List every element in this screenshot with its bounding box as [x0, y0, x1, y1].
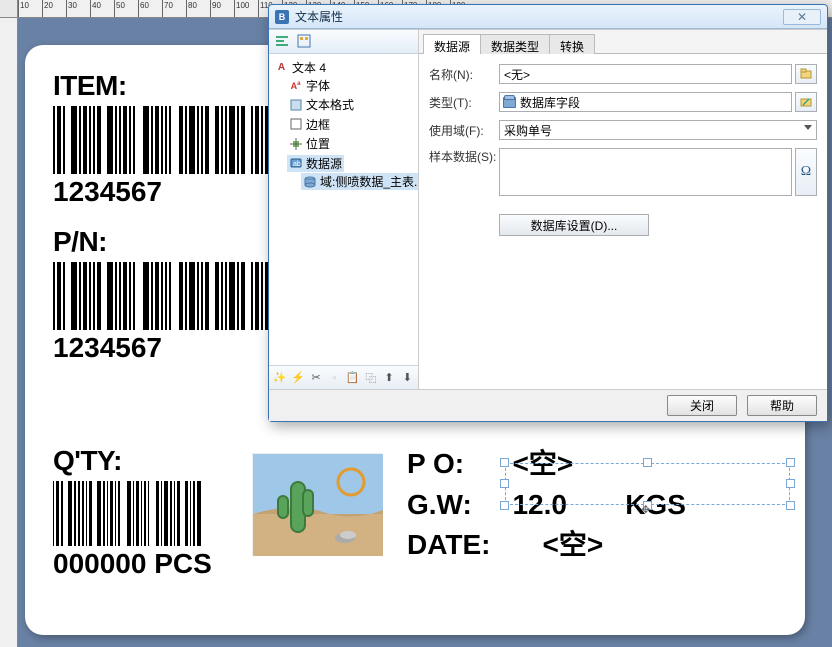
- qty-value: 000000 PCS: [53, 548, 213, 580]
- form-pane: 数据源数据类型转换 名称(N): 类型(T):: [419, 30, 827, 389]
- field-select[interactable]: 采购单号: [499, 120, 817, 140]
- text-icon: A: [275, 61, 288, 74]
- datasource-icon: ab: [289, 157, 302, 170]
- dialog-titlebar[interactable]: B 文本属性 ✕: [269, 5, 827, 29]
- app-icon: B: [275, 10, 289, 24]
- up-icon[interactable]: ⬆: [382, 370, 397, 386]
- chevron-down-icon: [804, 125, 812, 130]
- tree-node-format[interactable]: 文本格式: [287, 96, 356, 113]
- name-input[interactable]: [499, 64, 792, 84]
- name-label: 名称(N):: [429, 66, 499, 83]
- tree-node-border[interactable]: 边框: [287, 116, 332, 133]
- type-label: 类型(T):: [429, 94, 499, 111]
- selection-handles[interactable]: ✥: [505, 463, 790, 505]
- type-field[interactable]: 数据库字段: [499, 92, 792, 112]
- property-tree[interactable]: A 文本 4 Aa字体文本格式边框位置 ab数据源域:侧喷数据_主表.采购单: [269, 54, 418, 365]
- move-handle-icon[interactable]: ✥: [642, 501, 650, 517]
- tree-pane: A 文本 4 Aa字体文本格式边框位置 ab数据源域:侧喷数据_主表.采购单 ✨ …: [269, 30, 419, 389]
- sample-label: 样本数据(S):: [429, 148, 499, 165]
- cut-icon[interactable]: ✂: [309, 370, 324, 386]
- qty-label: Q'TY:: [53, 445, 213, 477]
- db-settings-button[interactable]: 数据库设置(D)...: [499, 214, 649, 236]
- dialog-close-button[interactable]: ✕: [783, 9, 821, 25]
- border-icon: [289, 118, 302, 131]
- format-icon: [289, 98, 302, 111]
- blank-icon[interactable]: ▫: [327, 370, 342, 386]
- dialog-title: 文本属性: [295, 8, 783, 25]
- tab-0[interactable]: 数据源: [423, 34, 481, 54]
- field-icon: [303, 175, 316, 188]
- flash-icon[interactable]: ⚡: [290, 370, 305, 386]
- svg-text:ab: ab: [293, 161, 301, 168]
- tree-node-datasource[interactable]: ab数据源: [287, 155, 344, 172]
- field-label: 使用域(F):: [429, 122, 499, 139]
- placeholder-image[interactable]: [252, 453, 382, 555]
- copy-icon[interactable]: ⿻: [363, 370, 378, 386]
- date-label: DATE:: [407, 526, 510, 565]
- date-value[interactable]: <空>: [512, 526, 623, 565]
- ruler-vertical: [0, 18, 18, 647]
- omega-button[interactable]: Ω: [795, 148, 817, 196]
- gw-label: G.W:: [407, 486, 510, 525]
- qty-block: Q'TY: 000000 PCS: [53, 445, 213, 580]
- tree-node-font[interactable]: Aa字体: [287, 77, 332, 94]
- down-icon[interactable]: ⬇: [400, 370, 415, 386]
- paste-icon[interactable]: 📋: [345, 370, 360, 386]
- qty-barcode[interactable]: [53, 481, 203, 546]
- position-icon: [289, 137, 302, 150]
- tree-node-field[interactable]: 域:侧喷数据_主表.采购单: [301, 173, 418, 190]
- tabs: 数据源数据类型转换: [419, 30, 827, 54]
- close-button[interactable]: 关闭: [667, 395, 737, 416]
- tab-1[interactable]: 数据类型: [480, 34, 550, 54]
- text-properties-dialog: B 文本属性 ✕ A 文本 4: [268, 4, 828, 422]
- tab-2[interactable]: 转换: [549, 34, 595, 54]
- align-icon[interactable]: [273, 32, 291, 50]
- tree-root[interactable]: A 文本 4: [273, 59, 328, 76]
- ruler-corner: [0, 0, 18, 18]
- wand-icon[interactable]: ✨: [272, 370, 287, 386]
- database-icon: [503, 97, 516, 108]
- font-icon: Aa: [289, 79, 302, 92]
- tree-toolbar: [269, 30, 418, 54]
- help-button[interactable]: 帮助: [747, 395, 817, 416]
- name-browse-button[interactable]: [795, 64, 817, 84]
- tree-node-position[interactable]: 位置: [287, 135, 332, 152]
- properties-icon[interactable]: [295, 32, 313, 50]
- po-label: P O:: [407, 445, 510, 484]
- tree-bottom-toolbar: ✨ ⚡ ✂ ▫ 📋 ⿻ ⬆ ⬇: [269, 365, 418, 389]
- type-change-button[interactable]: [795, 92, 817, 112]
- sample-textarea[interactable]: [499, 148, 792, 196]
- dialog-footer: 关闭 帮助: [269, 389, 827, 421]
